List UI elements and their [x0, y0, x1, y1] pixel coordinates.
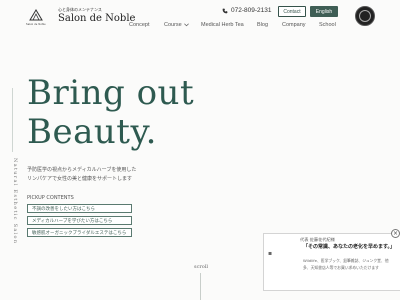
phone-icon: [222, 8, 228, 13]
vertical-divider: [12, 88, 13, 152]
hero-description: 予防医学の視点からメディカルハーブを使用した リンパケアで女性の美と健康をサポー…: [27, 166, 177, 184]
nav-course-label: Course: [164, 22, 182, 28]
nav-school[interactable]: School: [319, 22, 336, 28]
nav-blog[interactable]: Blog: [257, 22, 268, 28]
brand-name[interactable]: Salon de Noble: [58, 13, 135, 24]
nav-medical-herb-tea[interactable]: Medical Herb Tea: [201, 22, 244, 28]
hero-title: Bring out Beauty.: [27, 74, 194, 152]
pickup-button-2[interactable]: メディカルハーブを学びたい方はこちら: [27, 216, 132, 225]
pickup-button-1[interactable]: 不調の改善をしたい方はこちら: [27, 204, 132, 213]
popup-body: Wildlife、医学ブック、鉛筆雑誌、ジュンク堂、他多、天知書店人等でお買い求…: [303, 258, 389, 270]
nav-company[interactable]: Company: [282, 22, 306, 28]
scroll-line: [200, 273, 201, 300]
pickup-label: PICKUP CONTENTS: [27, 195, 74, 201]
nav-course[interactable]: Course: [164, 22, 189, 28]
certification-badge-icon: [355, 6, 375, 26]
nav-concept[interactable]: Concept: [129, 22, 150, 28]
logo-subtext: Salon de Noble: [26, 23, 46, 26]
hero-title-line-1: Bring out: [27, 73, 195, 113]
phone-number: 072-809-2131: [231, 7, 272, 14]
scroll-indicator[interactable]: scroll: [194, 264, 208, 270]
salon-logo-icon[interactable]: [28, 8, 44, 22]
popup-quote[interactable]: 「その常識、あなたの老化を早めます。」: [303, 243, 395, 250]
hero-description-line-2: リンパケアで女性の美と健康をサポートします: [27, 176, 133, 182]
hero-description-line-1: 予防医学の視点からメディカルハーブを使用した: [27, 167, 137, 173]
phone-link[interactable]: 072-809-2131: [222, 7, 271, 14]
vertical-caption: Natural Esthetic Salon: [12, 158, 18, 245]
broken-image-icon: ▪: [268, 250, 273, 257]
hero-title-line-2: Beauty.: [27, 112, 157, 152]
close-icon[interactable]: ×: [391, 229, 400, 238]
english-button[interactable]: English: [310, 6, 338, 17]
chevron-down-icon: [183, 23, 189, 27]
contact-button[interactable]: Contact: [278, 6, 306, 17]
pickup-button-3[interactable]: 敏感肌オーガニックブライダルエステはこちら: [27, 228, 132, 237]
